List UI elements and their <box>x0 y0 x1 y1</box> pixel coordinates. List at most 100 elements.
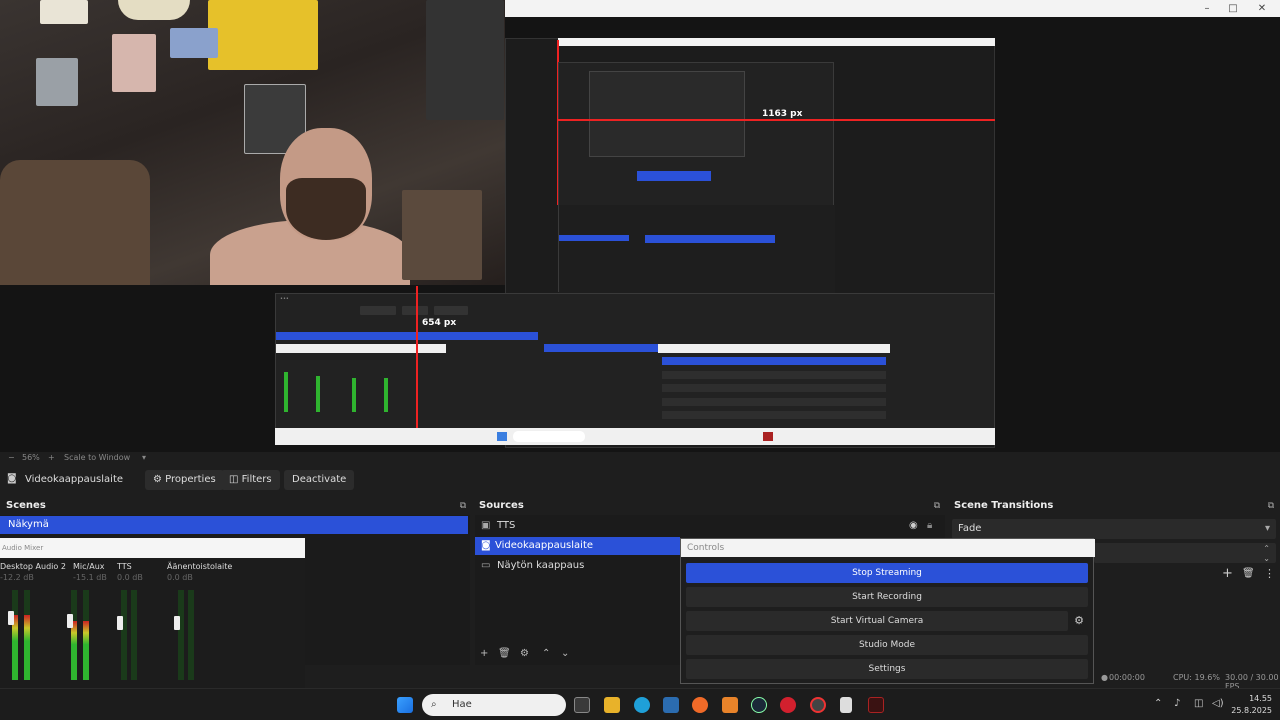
inner-meter <box>284 372 288 412</box>
height-measure-label: 654 px <box>422 318 457 328</box>
add-icon[interactable]: + <box>1222 566 1233 581</box>
add-icon[interactable]: + <box>480 648 488 659</box>
lock-icon[interactable]: 🔒︎ <box>927 517 932 535</box>
store-icon[interactable] <box>663 697 679 713</box>
audio-meter-fill <box>71 621 77 680</box>
recursive-preview-3 <box>589 71 745 157</box>
properties-button[interactable]: ⚙ Properties <box>145 470 224 490</box>
controls-window: Controls Stop Streaming Start Recording … <box>680 538 1095 684</box>
undock-icon[interactable]: ⧉ <box>1265 500 1277 512</box>
stream-status-icon: ● <box>1101 673 1108 682</box>
volume-slider-handle[interactable] <box>67 614 73 628</box>
scene-item-nakyma[interactable]: Näkymä <box>0 516 468 534</box>
trash-icon[interactable]: 🗑︎ <box>1242 568 1255 579</box>
scenes-title: Scenes <box>6 500 46 511</box>
monitor-icon: ▭ <box>481 560 491 571</box>
edge-icon[interactable] <box>634 697 650 713</box>
inner-deactivate-btn <box>434 306 468 315</box>
settings-button[interactable]: Settings <box>686 659 1088 679</box>
recursive-selected-row <box>637 171 711 181</box>
camera-icon: ◙ <box>481 540 491 551</box>
deactivate-button[interactable]: Deactivate <box>284 470 355 490</box>
source-item-label: Videokaappauslaite <box>495 540 594 551</box>
source-item-nayton-kaappaus[interactable]: ▭ Näytön kaappaus <box>475 557 680 575</box>
inner-controls-title <box>658 344 890 353</box>
network-icon[interactable]: ◫ <box>1194 698 1203 709</box>
source-item-videokaappauslaite[interactable]: ◙ Videokaappauslaite <box>475 537 680 555</box>
scene-item-label: Näkymä <box>8 519 49 530</box>
windows-start-icon[interactable] <box>397 697 413 713</box>
preview-canvas[interactable]: – □ ✕ 1163 px ••• 654 px <box>0 0 1280 452</box>
stop-streaming-button[interactable]: Stop Streaming <box>686 563 1088 583</box>
transition-select[interactable]: Fade ▾ <box>952 519 1276 539</box>
zoom-out-icon[interactable]: − <box>8 453 15 462</box>
duration-spinbox[interactable]: ⌃ ⌄ <box>1094 543 1276 563</box>
chevron-up-icon[interactable]: ⌃ <box>1154 698 1162 709</box>
audio-mixer-title[interactable]: Audio Mixer <box>0 538 305 558</box>
recursive-preview-2 <box>558 62 835 293</box>
close-icon[interactable]: ✕ <box>1250 0 1274 17</box>
wall-poster <box>112 34 156 92</box>
audio-mixer-window: Audio Mixer Desktop Audio 2 -12.2 dB Mic… <box>0 538 305 688</box>
wall-poster <box>170 28 218 58</box>
inner-start-recording <box>662 371 886 379</box>
gear-icon[interactable]: ⚙ <box>520 648 529 659</box>
scenes-header: Scenes <box>0 497 470 515</box>
firefox-icon[interactable] <box>692 697 708 713</box>
more-icon[interactable]: ⋮ <box>1264 567 1275 580</box>
volume-slider-handle[interactable] <box>8 611 14 626</box>
opera-icon[interactable] <box>780 697 796 713</box>
inner-obs-window: ••• <box>275 293 995 445</box>
taskbar-search[interactable]: ⌕ Hae <box>422 694 566 716</box>
inner-mixer-title <box>276 344 446 353</box>
task-view-icon[interactable] <box>574 697 590 713</box>
studio-mode-button[interactable]: Studio Mode <box>686 635 1088 655</box>
audio-meter <box>188 590 194 680</box>
stream-time: 00:00:00 <box>1109 673 1145 682</box>
inner-stop-streaming <box>662 357 886 365</box>
undock-icon[interactable]: ⧉ <box>931 500 943 512</box>
controls-title[interactable]: Controls <box>681 539 1095 557</box>
steam-icon[interactable] <box>751 697 767 713</box>
sources-title: Sources <box>479 500 524 511</box>
vlc-icon[interactable] <box>722 697 738 713</box>
webcam-feed <box>0 0 505 285</box>
filters-button[interactable]: ◫ Filters <box>221 470 280 490</box>
zoom-in-icon[interactable]: + <box>48 453 55 462</box>
start-virtual-camera-button[interactable]: Start Virtual Camera <box>686 611 1068 631</box>
width-measure-label: 1163 px <box>762 109 803 119</box>
eye-icon[interactable]: ◉ <box>909 517 918 535</box>
microphone-icon[interactable]: ♪ <box>1174 698 1180 709</box>
maximize-icon[interactable]: □ <box>1221 0 1245 17</box>
move-down-icon[interactable]: ⌄ <box>561 648 569 659</box>
height-measure-line <box>416 286 418 444</box>
move-up-icon[interactable]: ⌃ <box>542 648 550 659</box>
filters-label: Filters <box>241 474 272 485</box>
width-measure-line <box>558 119 995 121</box>
recursive-preview-titlebar <box>558 38 995 46</box>
volume-slider-handle[interactable] <box>117 616 123 630</box>
audio-meter <box>131 590 137 680</box>
taskbar-clock[interactable]: 14.55 25.8.2025 <box>1231 693 1272 717</box>
gear-icon[interactable]: ⚙ <box>1070 611 1088 631</box>
volume-icon[interactable]: ◁) <box>1212 698 1224 709</box>
wall-poster <box>208 0 318 70</box>
chevron-down-icon[interactable]: ⌄ <box>1263 549 1270 569</box>
inner-studio-mode <box>662 398 886 406</box>
trash-icon[interactable]: 🗑︎ <box>498 648 511 659</box>
chevron-down-icon[interactable]: ▾ <box>142 453 146 462</box>
file-explorer-icon[interactable] <box>604 697 620 713</box>
obs-icon[interactable] <box>810 697 826 713</box>
audio-meter <box>71 590 77 680</box>
inner-source-row <box>544 344 658 352</box>
undock-icon[interactable]: ⧉ <box>457 500 469 512</box>
document-icon[interactable] <box>840 697 852 713</box>
start-recording-button[interactable]: Start Recording <box>686 587 1088 607</box>
source-item-tts[interactable]: ▣ TTS ◉ 🔒︎ <box>475 517 945 535</box>
volume-slider-handle[interactable] <box>174 616 180 630</box>
sources-header: Sources <box>473 497 945 515</box>
wall-poster <box>36 58 78 106</box>
app-icon[interactable] <box>868 697 884 713</box>
minimize-icon[interactable]: – <box>1195 0 1219 17</box>
zoom-mode[interactable]: Scale to Window <box>64 453 130 462</box>
